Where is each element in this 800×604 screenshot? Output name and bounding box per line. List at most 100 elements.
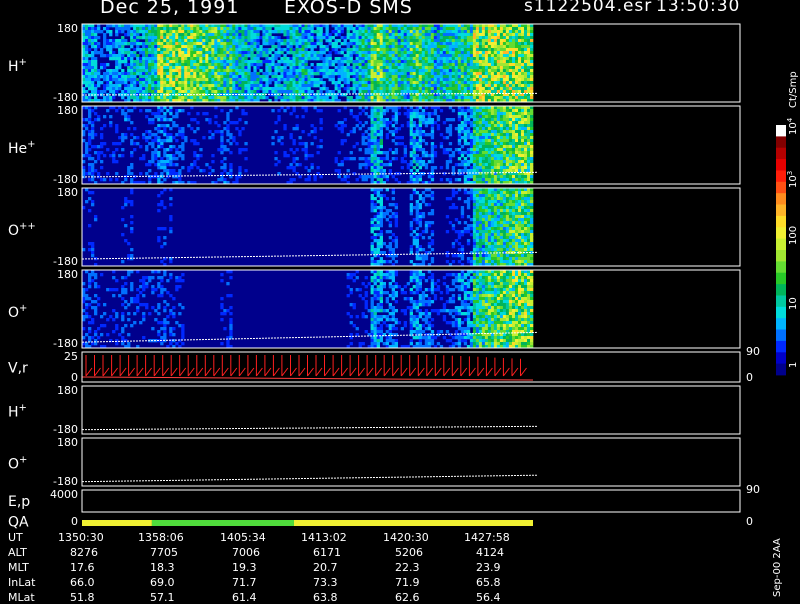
spectrogram-cell: [274, 54, 278, 58]
spectrogram-cell: [112, 87, 116, 91]
spectrogram-cell: [370, 81, 374, 85]
spectrogram-cell: [430, 148, 435, 152]
spectrogram-cell: [154, 148, 158, 152]
spectrogram-cell: [433, 112, 438, 116]
spectrogram-cell: [172, 51, 176, 55]
spectrogram-cell: [139, 27, 143, 31]
spectrogram-cell: [178, 169, 182, 173]
spectrogram-cell: [307, 175, 311, 179]
spectrogram-cell: [337, 81, 341, 85]
spectrogram-cell: [358, 54, 362, 58]
spectrogram-cell: [223, 45, 227, 49]
spectrogram-cell: [424, 124, 429, 128]
spectrogram-cell: [442, 121, 447, 125]
spectrogram-cell: [424, 48, 429, 52]
spectrogram-cell: [94, 66, 98, 70]
spectrogram-cell: [499, 57, 504, 61]
spectrogram-cell: [274, 27, 278, 31]
spectrogram-cell: [499, 90, 504, 94]
spectrogram-cell: [373, 27, 377, 31]
spectrogram-cell: [88, 109, 92, 113]
spectrogram-cell: [448, 69, 453, 73]
spectrogram-cell: [439, 51, 444, 55]
spectrogram-cell: [469, 136, 474, 140]
spectrogram-cell: [343, 57, 347, 61]
spectrogram-cell: [118, 39, 122, 43]
spectrogram-cell: [463, 75, 468, 79]
spectrogram-cell: [151, 63, 155, 67]
spectrogram-cell: [166, 78, 170, 82]
spectrogram-cell: [112, 151, 116, 155]
spectrogram-cell: [457, 124, 462, 128]
spectrogram-cell: [211, 160, 215, 164]
spectrogram-cell: [349, 57, 353, 61]
spectrogram-cell: [178, 154, 182, 158]
spectrogram-cell: [457, 45, 462, 49]
spectrogram-cell: [484, 139, 489, 143]
spectrogram-cell: [418, 27, 422, 31]
spectrogram-cell: [457, 36, 462, 40]
spectrogram-cell: [217, 33, 221, 37]
spectrogram-cell: [307, 36, 311, 40]
spectrogram-cell: [355, 84, 359, 88]
spectrogram-cell: [469, 48, 474, 52]
spectrogram-cell: [286, 42, 290, 46]
spectrogram-cell: [169, 145, 173, 149]
spectrogram-cell: [475, 109, 480, 113]
spectrogram-cell: [181, 30, 185, 34]
spectrogram-cell: [166, 175, 170, 179]
spectrogram-cell: [259, 63, 263, 67]
spectrogram-cell: [487, 148, 492, 152]
spectrogram-cell: [367, 36, 371, 40]
spectrogram-cell: [226, 36, 230, 40]
spectrogram-cell: [343, 42, 347, 46]
spectrogram-cell: [515, 45, 519, 49]
spectrogram-cell: [415, 27, 419, 31]
spectrogram-cell: [157, 72, 161, 76]
spectrogram-cell: [433, 121, 438, 125]
spectrogram-cell: [457, 90, 462, 94]
spectrogram-cell: [505, 75, 510, 79]
spectrogram-cell: [91, 124, 95, 128]
spectrogram-cell: [460, 69, 465, 73]
spectrogram-cell: [460, 84, 465, 88]
spectrogram-cell: [322, 33, 326, 37]
spectrogram-cell: [463, 42, 468, 46]
spectrogram-cell: [265, 48, 269, 52]
spectrogram-cell: [457, 139, 462, 143]
spectrogram-cell: [343, 124, 347, 128]
spectrogram-cell: [106, 96, 110, 100]
spectrogram-cell: [211, 96, 215, 100]
spectrogram-cell: [340, 178, 344, 182]
spectrogram-cell: [331, 75, 335, 79]
spectrogram-cell: [490, 130, 495, 134]
spectrogram-cell: [172, 172, 176, 176]
spectrogram-cell: [412, 124, 416, 128]
spectrogram-cell: [367, 139, 371, 143]
spectrogram-cell: [313, 81, 317, 85]
spectrogram-cell: [256, 36, 260, 40]
spectrogram-cell: [313, 72, 317, 76]
spectrogram-cell: [334, 57, 338, 61]
spectrogram-cell: [196, 66, 200, 70]
spectrogram-cell: [376, 42, 380, 46]
spectrogram-cell: [241, 45, 245, 49]
spectrogram-cell: [415, 130, 419, 134]
spectrogram-cell: [427, 84, 432, 88]
spectrogram-cell: [118, 42, 122, 46]
spectrogram-cell: [376, 75, 380, 79]
spectrogram-cell: [181, 39, 185, 43]
spectrogram-cell: [202, 90, 206, 94]
spectrogram-cell: [487, 160, 492, 164]
spectrogram-cell: [406, 115, 410, 119]
spectrogram-cell: [379, 54, 383, 58]
spectrogram-cell: [190, 163, 194, 167]
spectrogram-cell: [118, 66, 122, 70]
spectrogram-cell: [322, 96, 326, 100]
spectrogram-cell: [448, 87, 453, 91]
spectrogram-cell: [187, 57, 191, 61]
spectrogram-cell: [166, 63, 170, 67]
spectrogram-cell: [466, 33, 471, 37]
spectrogram-cell: [307, 39, 311, 43]
spectrogram-cell: [178, 30, 182, 34]
